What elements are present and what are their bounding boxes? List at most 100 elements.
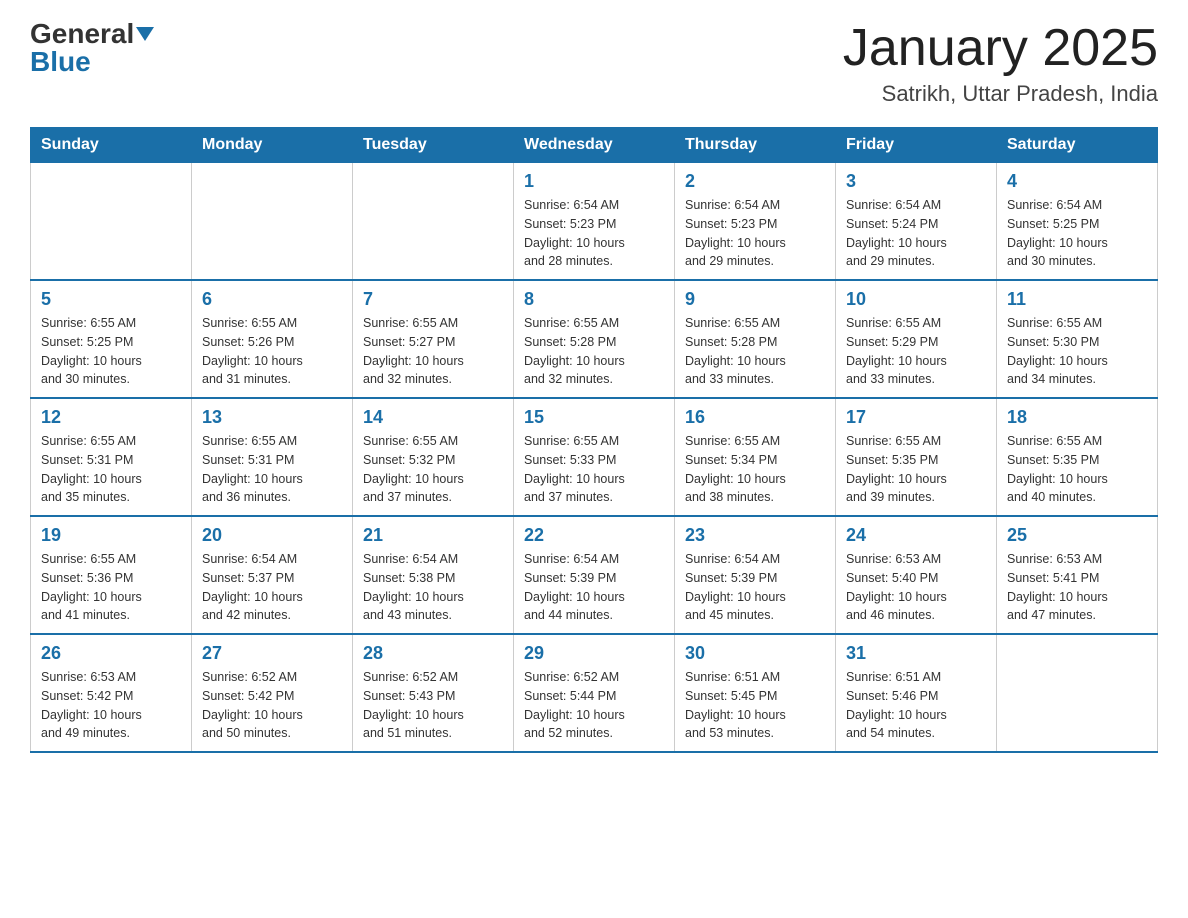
day-info: Sunrise: 6:55 AMSunset: 5:33 PMDaylight:… (524, 432, 664, 507)
calendar-cell (353, 163, 514, 281)
day-info: Sunrise: 6:51 AMSunset: 5:45 PMDaylight:… (685, 668, 825, 743)
calendar-cell: 25Sunrise: 6:53 AMSunset: 5:41 PMDayligh… (997, 516, 1158, 634)
day-number: 3 (846, 171, 986, 192)
calendar-cell: 11Sunrise: 6:55 AMSunset: 5:30 PMDayligh… (997, 280, 1158, 398)
calendar-table: Sunday Monday Tuesday Wednesday Thursday… (30, 127, 1158, 753)
calendar-header: Sunday Monday Tuesday Wednesday Thursday… (31, 128, 1158, 163)
day-info: Sunrise: 6:55 AMSunset: 5:32 PMDaylight:… (363, 432, 503, 507)
day-number: 20 (202, 525, 342, 546)
day-info: Sunrise: 6:51 AMSunset: 5:46 PMDaylight:… (846, 668, 986, 743)
calendar-cell: 28 Sunrise: 6:52 AMSunset: 5:43 PMDayligh… (353, 634, 514, 752)
calendar-cell: 4 Sunrise: 6:54 AMSunset: 5:25 PMDaylight… (997, 163, 1158, 281)
calendar-cell: 21Sunrise: 6:54 AMSunset: 5:38 PMDayligh… (353, 516, 514, 634)
calendar-body: 1 Sunrise: 6:54 AMSunset: 5:23 PMDaylight… (31, 163, 1158, 753)
col-tuesday: Tuesday (353, 128, 514, 163)
day-number: 26 (41, 643, 181, 664)
day-number: 14 (363, 407, 503, 428)
day-info: Sunrise: 6:55 AMSunset: 5:35 PMDaylight:… (1007, 432, 1147, 507)
day-info: Sunrise: 6:54 AMSunset: 5:23 PMDaylight:… (524, 196, 664, 271)
col-saturday: Saturday (997, 128, 1158, 163)
day-number: 13 (202, 407, 342, 428)
col-thursday: Thursday (675, 128, 836, 163)
day-number: 8 (524, 289, 664, 310)
day-info: Sunrise: 6:55 AMSunset: 5:25 PMDaylight:… (41, 314, 181, 389)
calendar-cell: 7Sunrise: 6:55 AMSunset: 5:27 PMDaylight… (353, 280, 514, 398)
day-info: Sunrise: 6:54 AMSunset: 5:39 PMDaylight:… (685, 550, 825, 625)
day-number: 6 (202, 289, 342, 310)
calendar-cell: 10 Sunrise: 6:55 AMSunset: 5:29 PMDayligh… (836, 280, 997, 398)
week-row-3: 12Sunrise: 6:55 AMSunset: 5:31 PMDayligh… (31, 398, 1158, 516)
calendar-cell: 17Sunrise: 6:55 AMSunset: 5:35 PMDayligh… (836, 398, 997, 516)
day-number: 1 (524, 171, 664, 192)
day-info: Sunrise: 6:55 AMSunset: 5:34 PMDaylight:… (685, 432, 825, 507)
calendar-cell: 3 Sunrise: 6:54 AMSunset: 5:24 PMDaylight… (836, 163, 997, 281)
day-info: Sunrise: 6:53 AMSunset: 5:42 PMDaylight:… (41, 668, 181, 743)
calendar-cell: 14 Sunrise: 6:55 AMSunset: 5:32 PMDayligh… (353, 398, 514, 516)
day-info: Sunrise: 6:54 AMSunset: 5:39 PMDaylight:… (524, 550, 664, 625)
day-info: Sunrise: 6:55 AMSunset: 5:28 PMDaylight:… (524, 314, 664, 389)
week-row-5: 26 Sunrise: 6:53 AMSunset: 5:42 PMDayligh… (31, 634, 1158, 752)
calendar-cell: 27Sunrise: 6:52 AMSunset: 5:42 PMDayligh… (192, 634, 353, 752)
calendar-cell: 23 Sunrise: 6:54 AMSunset: 5:39 PMDayligh… (675, 516, 836, 634)
day-info: Sunrise: 6:55 AMSunset: 5:36 PMDaylight:… (41, 550, 181, 625)
calendar-cell (997, 634, 1158, 752)
week-row-4: 19 Sunrise: 6:55 AMSunset: 5:36 PMDayligh… (31, 516, 1158, 634)
day-info: Sunrise: 6:54 AMSunset: 5:25 PMDaylight:… (1007, 196, 1147, 271)
day-number: 30 (685, 643, 825, 664)
day-info: Sunrise: 6:54 AMSunset: 5:23 PMDaylight:… (685, 196, 825, 271)
calendar-subtitle: Satrikh, Uttar Pradesh, India (843, 81, 1158, 107)
calendar-cell: 20 Sunrise: 6:54 AMSunset: 5:37 PMDayligh… (192, 516, 353, 634)
day-number: 22 (524, 525, 664, 546)
day-number: 24 (846, 525, 986, 546)
calendar-cell (192, 163, 353, 281)
day-info: Sunrise: 6:52 AMSunset: 5:44 PMDaylight:… (524, 668, 664, 743)
day-number: 11 (1007, 289, 1147, 310)
calendar-cell: 8 Sunrise: 6:55 AMSunset: 5:28 PMDaylight… (514, 280, 675, 398)
day-number: 9 (685, 289, 825, 310)
day-number: 29 (524, 643, 664, 664)
calendar-cell: 12Sunrise: 6:55 AMSunset: 5:31 PMDayligh… (31, 398, 192, 516)
calendar-cell: 31 Sunrise: 6:51 AMSunset: 5:46 PMDayligh… (836, 634, 997, 752)
day-number: 18 (1007, 407, 1147, 428)
calendar-cell: 26 Sunrise: 6:53 AMSunset: 5:42 PMDayligh… (31, 634, 192, 752)
day-info: Sunrise: 6:55 AMSunset: 5:29 PMDaylight:… (846, 314, 986, 389)
day-info: Sunrise: 6:54 AMSunset: 5:24 PMDaylight:… (846, 196, 986, 271)
calendar-cell: 24 Sunrise: 6:53 AMSunset: 5:40 PMDayligh… (836, 516, 997, 634)
calendar-cell (31, 163, 192, 281)
calendar-cell: 15Sunrise: 6:55 AMSunset: 5:33 PMDayligh… (514, 398, 675, 516)
title-block: January 2025 Satrikh, Uttar Pradesh, Ind… (843, 20, 1158, 107)
calendar-cell: 18 Sunrise: 6:55 AMSunset: 5:35 PMDayligh… (997, 398, 1158, 516)
day-number: 5 (41, 289, 181, 310)
calendar-cell: 5 Sunrise: 6:55 AMSunset: 5:25 PMDaylight… (31, 280, 192, 398)
day-info: Sunrise: 6:54 AMSunset: 5:37 PMDaylight:… (202, 550, 342, 625)
calendar-cell: 9Sunrise: 6:55 AMSunset: 5:28 PMDaylight… (675, 280, 836, 398)
day-number: 7 (363, 289, 503, 310)
week-row-2: 5 Sunrise: 6:55 AMSunset: 5:25 PMDaylight… (31, 280, 1158, 398)
day-number: 16 (685, 407, 825, 428)
day-info: Sunrise: 6:52 AMSunset: 5:43 PMDaylight:… (363, 668, 503, 743)
calendar-cell: 22 Sunrise: 6:54 AMSunset: 5:39 PMDayligh… (514, 516, 675, 634)
logo-triangle-icon (136, 27, 154, 41)
day-number: 4 (1007, 171, 1147, 192)
day-info: Sunrise: 6:55 AMSunset: 5:31 PMDaylight:… (202, 432, 342, 507)
calendar-title: January 2025 (843, 20, 1158, 77)
calendar-cell: 1 Sunrise: 6:54 AMSunset: 5:23 PMDaylight… (514, 163, 675, 281)
calendar-cell: 6 Sunrise: 6:55 AMSunset: 5:26 PMDaylight… (192, 280, 353, 398)
day-number: 27 (202, 643, 342, 664)
calendar-cell: 16 Sunrise: 6:55 AMSunset: 5:34 PMDayligh… (675, 398, 836, 516)
col-friday: Friday (836, 128, 997, 163)
day-number: 31 (846, 643, 986, 664)
day-number: 23 (685, 525, 825, 546)
day-number: 28 (363, 643, 503, 664)
calendar-cell: 2 Sunrise: 6:54 AMSunset: 5:23 PMDaylight… (675, 163, 836, 281)
col-monday: Monday (192, 128, 353, 163)
header-row: Sunday Monday Tuesday Wednesday Thursday… (31, 128, 1158, 163)
logo-general-text: General (30, 20, 134, 48)
day-info: Sunrise: 6:55 AMSunset: 5:26 PMDaylight:… (202, 314, 342, 389)
day-number: 2 (685, 171, 825, 192)
calendar-cell: 29 Sunrise: 6:52 AMSunset: 5:44 PMDayligh… (514, 634, 675, 752)
day-number: 10 (846, 289, 986, 310)
calendar-cell: 19 Sunrise: 6:55 AMSunset: 5:36 PMDayligh… (31, 516, 192, 634)
day-info: Sunrise: 6:53 AMSunset: 5:40 PMDaylight:… (846, 550, 986, 625)
day-number: 19 (41, 525, 181, 546)
